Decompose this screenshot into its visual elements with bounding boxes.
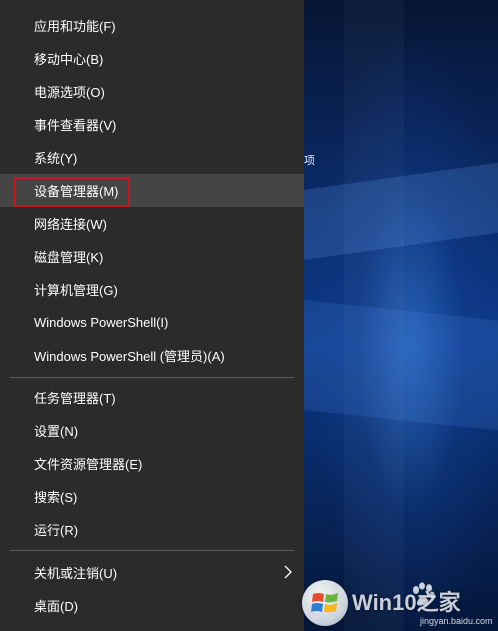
menu-item-label: 设备管理器(M) xyxy=(34,184,119,199)
menu-item-powershell[interactable]: Windows PowerShell(I) xyxy=(0,306,304,339)
menu-item-label: 关机或注销(U) xyxy=(34,566,118,581)
menu-divider xyxy=(10,377,294,378)
desktop-icon-label-fragment: 项 xyxy=(304,155,315,167)
menu-item-network-connections[interactable]: 网络连接(W) xyxy=(0,207,304,240)
menu-item-label: 计算机管理(G) xyxy=(34,283,118,298)
menu-item-desktop[interactable]: 桌面(D) xyxy=(0,589,304,622)
menu-item-label: 系统(Y) xyxy=(34,151,78,166)
menu-item-disk-management[interactable]: 磁盘管理(K) xyxy=(0,240,304,273)
menu-item-label: 磁盘管理(K) xyxy=(34,250,104,265)
menu-item-label: 事件查看器(V) xyxy=(34,118,117,133)
menu-item-label: Windows PowerShell (管理员)(A) xyxy=(34,349,225,364)
menu-item-shutdown-signout[interactable]: 关机或注销(U) xyxy=(0,556,304,589)
menu-item-settings[interactable]: 设置(N) xyxy=(0,414,304,447)
menu-item-computer-management[interactable]: 计算机管理(G) xyxy=(0,273,304,306)
menu-divider xyxy=(10,550,294,551)
desktop-background: 项 xyxy=(304,0,498,631)
light-beam xyxy=(304,300,498,438)
menu-item-search[interactable]: 搜索(S) xyxy=(0,480,304,513)
watermark-text: Win10之家 xyxy=(352,590,461,615)
winx-context-menu: 应用和功能(F) 移动中心(B) 电源选项(O) 事件查看器(V) 系统(Y) … xyxy=(0,0,304,631)
menu-item-label: 设置(N) xyxy=(34,424,79,439)
menu-item-label: 网络连接(W) xyxy=(34,217,107,232)
menu-item-task-manager[interactable]: 任务管理器(T) xyxy=(0,381,304,414)
menu-item-system[interactable]: 系统(Y) xyxy=(0,141,304,174)
menu-item-apps-features[interactable]: 应用和功能(F) xyxy=(0,9,304,42)
chevron-right-icon xyxy=(284,565,292,579)
menu-item-label: 文件资源管理器(E) xyxy=(34,457,143,472)
menu-item-mobility-center[interactable]: 移动中心(B) xyxy=(0,42,304,75)
watermark: Win10之家 jingyan.baidu.com xyxy=(302,578,498,631)
windows-logo-icon xyxy=(302,580,348,626)
menu-item-label: 应用和功能(F) xyxy=(34,19,116,34)
menu-item-label: 电源选项(O) xyxy=(34,85,105,100)
menu-item-label: 任务管理器(T) xyxy=(34,391,116,406)
menu-item-powershell-admin[interactable]: Windows PowerShell (管理员)(A) xyxy=(0,339,304,372)
menu-item-device-manager[interactable]: 设备管理器(M) xyxy=(0,174,304,207)
menu-item-event-viewer[interactable]: 事件查看器(V) xyxy=(0,108,304,141)
menu-item-power-options[interactable]: 电源选项(O) xyxy=(0,75,304,108)
menu-item-label: 桌面(D) xyxy=(34,599,79,614)
watermark-subtext: jingyan.baidu.com xyxy=(420,616,493,626)
menu-item-label: 运行(R) xyxy=(34,523,79,538)
menu-item-label: 搜索(S) xyxy=(34,490,78,505)
menu-item-label: Windows PowerShell(I) xyxy=(34,315,169,330)
menu-item-run[interactable]: 运行(R) xyxy=(0,513,304,546)
menu-item-label: 移动中心(B) xyxy=(34,52,104,67)
menu-item-file-explorer[interactable]: 文件资源管理器(E) xyxy=(0,447,304,480)
